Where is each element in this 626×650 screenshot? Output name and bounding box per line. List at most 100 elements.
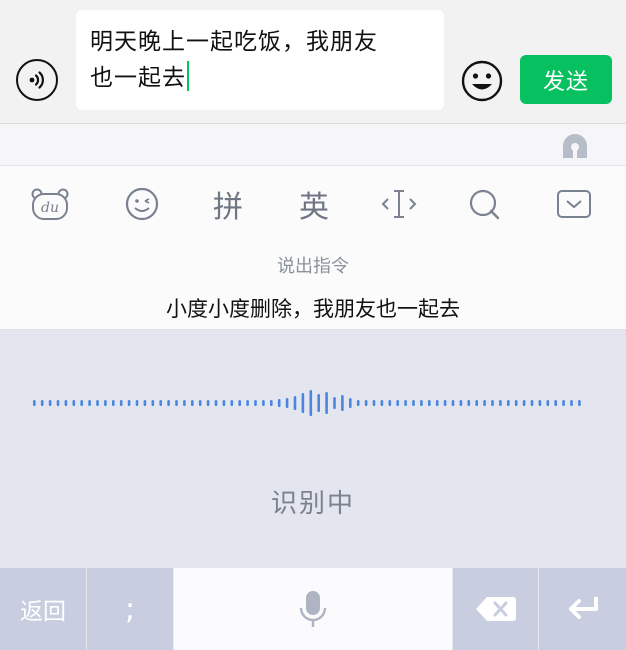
send-button[interactable]: 发送 [520, 55, 612, 104]
text-caret [187, 61, 189, 91]
keyboard-toolbar: du 拼 英 [0, 166, 626, 242]
wave-bar [507, 400, 510, 406]
wave-bar [435, 400, 439, 406]
wave-bar [277, 399, 281, 407]
wave-bar [72, 400, 76, 406]
wave-bar [349, 398, 352, 408]
search-icon [469, 189, 500, 220]
wave-bar [341, 395, 344, 411]
wave-bar [562, 400, 565, 406]
message-text-line-1: 明天晚上一起吃饭，我朋友 [90, 29, 378, 55]
svg-text:du: du [41, 200, 59, 216]
wave-bar [56, 400, 60, 406]
collapse-keyboard-button[interactable] [554, 184, 594, 224]
wave-bar [522, 400, 526, 406]
voice-toggle-button[interactable] [16, 59, 58, 101]
voice-recognition-area: 识别中 [0, 330, 626, 568]
du-bear-button[interactable]: du [30, 184, 70, 224]
wave-bar [317, 394, 320, 412]
wave-bar [451, 400, 455, 406]
wave-bar [143, 400, 147, 406]
english-button[interactable]: 英 [294, 184, 334, 225]
wave-bar [570, 400, 573, 406]
wave-bar [222, 400, 226, 406]
wave-bar [151, 400, 155, 406]
wave-bar [40, 400, 44, 406]
search-button[interactable] [464, 184, 504, 224]
semicolon-key[interactable]: ; [87, 568, 173, 650]
wave-bar [214, 400, 218, 406]
collapse-icon [557, 190, 591, 218]
keyboard-logo-icon[interactable] [557, 130, 593, 162]
wave-bar [467, 400, 471, 406]
wave-bar [420, 400, 423, 406]
bottom-key-row: 返回 ; [0, 568, 626, 650]
wave-bar [428, 400, 431, 406]
wave-bar [538, 400, 542, 406]
wave-bar [175, 400, 178, 406]
wave-bar [554, 400, 557, 406]
du-bear-icon: du [31, 188, 69, 220]
wave-bar [491, 400, 494, 406]
pinyin-button[interactable]: 拼 [208, 184, 248, 225]
wave-bar [325, 392, 328, 414]
wave-bar [364, 400, 368, 406]
delete-key[interactable] [453, 568, 538, 650]
wave-bar [578, 400, 581, 406]
voice-toggle-icon [29, 71, 44, 89]
wave-bar [206, 400, 210, 406]
wave-bar [64, 400, 68, 406]
command-example: 小度小度删除，我朋友也一起去 [166, 297, 460, 321]
wave-bar [309, 390, 313, 416]
wave-bar [135, 400, 139, 406]
wave-bar [238, 400, 241, 406]
wave-bar [459, 400, 463, 406]
wave-bar [301, 393, 305, 413]
wave-bar [167, 400, 170, 406]
wave-bar [112, 400, 115, 406]
wave-bar [254, 400, 257, 406]
smile-icon [125, 187, 159, 221]
wave-bar [333, 397, 336, 409]
wave-bar [404, 400, 407, 406]
wave-bar [293, 396, 297, 410]
message-input[interactable]: 明天晚上一起吃饭，我朋友 也一起去 [76, 10, 444, 110]
message-text-line-2: 也一起去 [90, 60, 430, 96]
cursor-move-button[interactable] [379, 184, 419, 224]
microphone-icon [299, 591, 327, 627]
chat-input-bar: 明天晚上一起吃饭，我朋友 也一起去 发送 [0, 0, 626, 124]
wave-bar [119, 400, 123, 406]
wave-bar [183, 400, 186, 406]
wave-bar [514, 400, 518, 406]
wave-bar [198, 400, 202, 406]
wave-bar [270, 400, 273, 406]
wave-bar [262, 400, 265, 406]
wave-bar [191, 400, 194, 406]
wave-bar [230, 400, 234, 406]
wave-bar [388, 400, 392, 406]
emoji-panel-button[interactable] [122, 184, 162, 224]
wave-bar [159, 400, 162, 406]
wave-bar [88, 400, 91, 406]
recognition-status: 识别中 [270, 489, 355, 519]
wave-bar [127, 400, 131, 406]
wave-bar [356, 400, 360, 406]
voice-hint-panel: 说出指令 小度小度删除，我朋友也一起去 [0, 242, 626, 330]
wave-bar [396, 400, 399, 406]
microphone-key[interactable] [174, 568, 452, 650]
wave-bar [80, 400, 83, 406]
keyboard-header [0, 124, 626, 166]
wave-bar [372, 400, 376, 406]
wave-bar [499, 400, 502, 406]
wave-bar [285, 398, 289, 408]
wave-bar [33, 400, 36, 406]
cursor-icon [381, 190, 417, 218]
sound-wave [33, 390, 581, 416]
enter-key[interactable] [539, 568, 626, 650]
wave-bar [530, 400, 534, 406]
emoji-icon[interactable] [461, 60, 503, 102]
delete-icon [475, 597, 516, 621]
wave-bar [546, 400, 550, 406]
back-key[interactable]: 返回 [0, 568, 86, 650]
wave-bar [48, 400, 52, 406]
